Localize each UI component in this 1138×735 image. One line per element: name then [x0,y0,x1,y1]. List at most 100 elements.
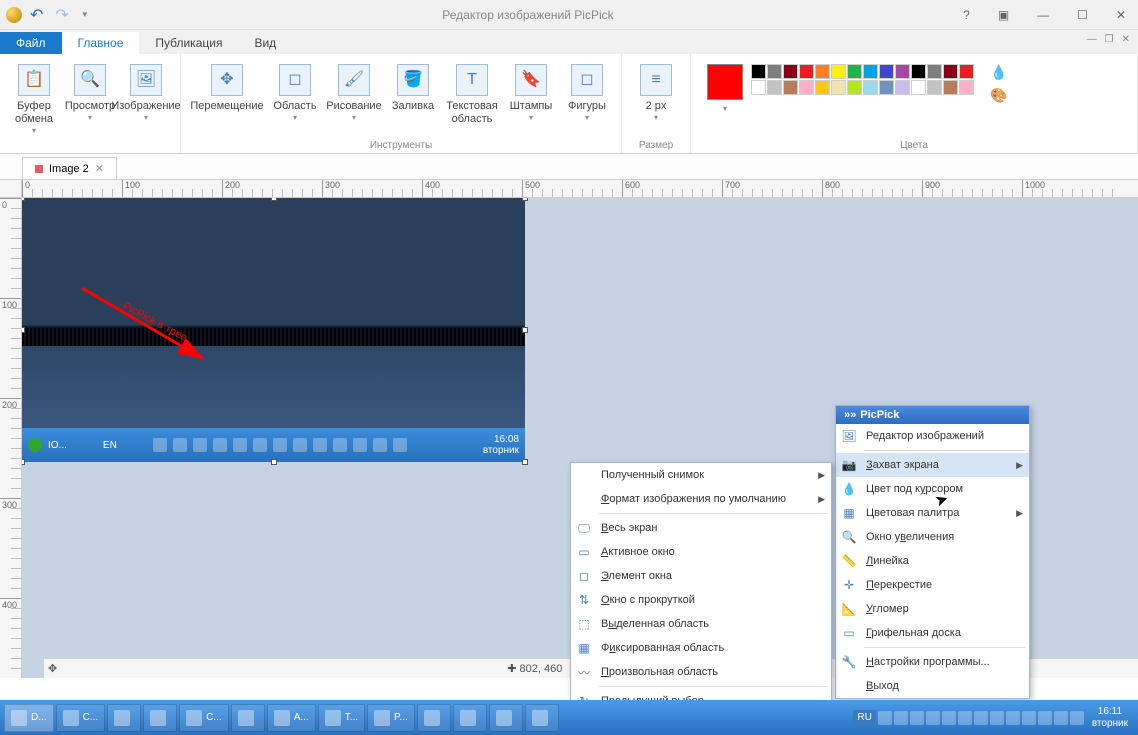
resize-handle[interactable] [522,198,528,201]
tray-icon[interactable] [974,711,988,725]
tray-icon[interactable] [990,711,1004,725]
taskbar-button[interactable] [107,704,141,732]
shapes-button[interactable]: ◻ Фигуры ▾ [559,58,615,126]
color-swatch[interactable] [895,64,910,79]
menu-item-palette[interactable]: ▦Цветовая палитра▶ [836,501,1029,525]
eyedropper-icon[interactable]: 💧 [990,64,1007,81]
menu-item-exit[interactable]: Выход [836,674,1029,698]
taskbar-button[interactable]: D... [4,704,54,732]
taskbar-button[interactable]: А... [267,704,316,732]
color-swatch[interactable] [751,64,766,79]
mdi-restore[interactable]: ❐ [1105,34,1114,45]
image-button[interactable]: 🖼 Изображение ▾ [118,58,174,136]
draw-tool-button[interactable]: 🖌 Рисование ▾ [323,58,385,126]
menu-item-capture[interactable]: 📷Захват экрана▶ [836,453,1029,477]
menu-item-format[interactable]: Формат изображения по умолчанию▶ [571,487,831,511]
minimize-button[interactable]: — [1037,8,1049,22]
close-button[interactable]: ✕ [1116,8,1126,22]
color-swatch[interactable] [767,64,782,79]
color-swatch[interactable] [927,80,942,95]
region-tool-button[interactable]: ◻ Область ▾ [267,58,323,126]
taskbar-button[interactable]: С... [56,704,106,732]
clipboard-button[interactable]: 📋 Буфер обмена ▾ [6,58,62,136]
tray-icon[interactable] [926,711,940,725]
text-tool-button[interactable]: T Текстовая область [441,58,503,126]
preview-button[interactable]: 🔍 Просмотр ▾ [62,58,118,136]
color-swatch[interactable] [831,80,846,95]
color-swatch[interactable] [815,64,830,79]
doc-tab-close[interactable]: ✕ [95,162,104,175]
color-swatch[interactable] [911,64,926,79]
menu-item-control[interactable]: ◻Элемент окна [571,564,831,588]
menu-item-colorpicker[interactable]: 💧Цвет под курсором [836,477,1029,501]
color-swatch[interactable] [751,80,766,95]
color-swatch[interactable] [847,64,862,79]
color-swatch[interactable] [847,80,862,95]
tray-icon[interactable] [910,711,924,725]
menu-item-freehand[interactable]: 〰Произвольная область [571,660,831,684]
taskbar-button[interactable] [417,704,451,732]
stamps-button[interactable]: 🔖 Штампы ▾ [503,58,559,126]
ribbon-toggle-button[interactable]: ▣ [998,8,1009,22]
tray-icon[interactable] [894,711,908,725]
size-button[interactable]: ≡ 2 px ▾ [628,58,684,123]
taskbar-button[interactable] [453,704,487,732]
taskbar-clock[interactable]: 16:11 вторник [1086,706,1134,730]
tab-view[interactable]: Вид [238,32,292,54]
resize-handle[interactable] [522,327,528,333]
document-tab[interactable]: Image 2 ✕ [22,157,117,179]
color-swatch[interactable] [799,80,814,95]
taskbar-button[interactable] [489,704,523,732]
menu-item-settings[interactable]: 🔧Настройки программы... [836,650,1029,674]
tray-icon[interactable] [878,711,892,725]
menu-item-scrolling[interactable]: ⇅Окно с прокруткой [571,588,831,612]
color-swatch[interactable] [943,80,958,95]
color-swatch[interactable] [831,64,846,79]
move-tool-button[interactable]: ✥ Перемещение [187,58,267,126]
menu-item-destination[interactable]: Полученный снимок▶ [571,463,831,487]
menu-item-fullscreen[interactable]: 🖵Весь экран [571,516,831,540]
taskbar-button[interactable]: Т... [318,704,365,732]
tray-icon[interactable] [1070,711,1084,725]
color-swatch[interactable] [895,80,910,95]
tab-file[interactable]: Файл [0,32,62,54]
mdi-minimize[interactable]: — [1087,34,1097,45]
color-swatch[interactable] [879,80,894,95]
taskbar-button[interactable]: С... [179,704,229,732]
taskbar-button[interactable] [525,704,559,732]
taskbar-lang[interactable]: RU [853,710,875,725]
redo-button[interactable]: ↷ [51,5,72,25]
fill-tool-button[interactable]: 🪣 Заливка [385,58,441,126]
color-swatch[interactable] [863,64,878,79]
color-swatch[interactable] [815,80,830,95]
tray-icon[interactable] [958,711,972,725]
color-swatch[interactable] [863,80,878,95]
resize-handle[interactable] [22,459,25,465]
color-swatch[interactable] [767,80,782,95]
undo-button[interactable]: ↶ [26,5,47,25]
menu-item-ruler[interactable]: 📏Линейка [836,549,1029,573]
resize-handle[interactable] [522,459,528,465]
taskbar-button[interactable]: P... [367,704,415,732]
tray-icon[interactable] [942,711,956,725]
color-swatch[interactable] [799,64,814,79]
canvas-image[interactable]: PicPick в трее IO... EN 16:08 вторник [22,198,525,462]
color-swatch[interactable] [911,80,926,95]
color-swatch[interactable] [959,80,974,95]
tab-publish[interactable]: Публикация [139,32,238,54]
color-swatch[interactable] [959,64,974,79]
resize-handle[interactable] [271,459,277,465]
taskbar-button[interactable] [231,704,265,732]
qat-dropdown[interactable]: ▼ [77,10,93,19]
tab-home[interactable]: Главное [62,32,140,54]
resize-handle[interactable] [271,198,277,201]
mdi-close[interactable]: ✕ [1122,34,1130,45]
menu-item-editor[interactable]: 🖼Редактор изображений [836,424,1029,448]
color-swatch[interactable] [783,64,798,79]
tray-icon[interactable] [1006,711,1020,725]
tray-icon[interactable] [1022,711,1036,725]
color-swatch[interactable] [879,64,894,79]
color-swatch[interactable] [943,64,958,79]
menu-item-protractor[interactable]: 📐Угломер [836,597,1029,621]
color-wheel-icon[interactable]: 🎨 [990,87,1007,104]
